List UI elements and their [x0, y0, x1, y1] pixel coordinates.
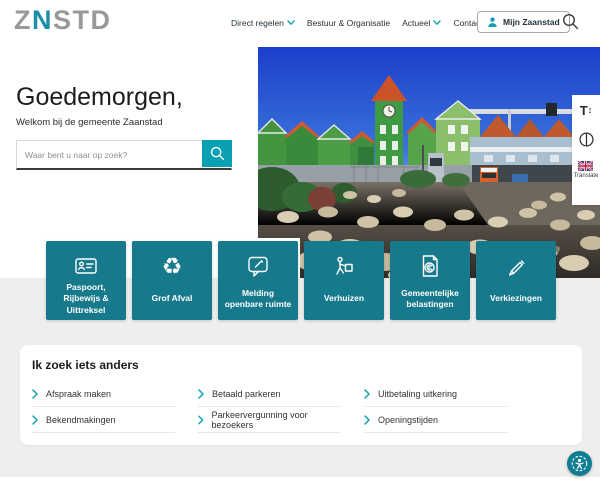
hero-search-bar — [16, 140, 232, 170]
person-icon — [487, 16, 498, 28]
moving-person-icon — [331, 252, 357, 280]
account-button-label: Mijn Zaanstad — [503, 17, 560, 27]
chevron-right-icon — [198, 415, 204, 425]
id-card-icon — [73, 252, 99, 280]
quick-link-label: Openingstijden — [378, 415, 438, 425]
accessibility-widget-button[interactable] — [567, 451, 592, 476]
text-size-icon: T↕ — [580, 103, 592, 118]
quick-links-grid: Afspraak maken Betaald parkeren Uitbetal… — [32, 381, 582, 433]
service-tiles: Paspoort, Rijbewijs & Uittreksel ♻ Grof … — [46, 241, 556, 320]
translate-label: Translate — [574, 173, 599, 179]
nav-label: Bestuur & Organisatie — [307, 18, 390, 28]
quick-link-label: Bekendmakingen — [46, 415, 116, 425]
search-icon — [562, 13, 579, 30]
search-icon — [210, 146, 225, 161]
chevron-right-icon — [32, 389, 38, 399]
quick-link-openingstijden[interactable]: Openingstijden — [364, 407, 507, 433]
quick-link-label: Uitbetaling uitkering — [378, 389, 457, 399]
header: ZNSTD Direct regelen Bestuur & Organisat… — [0, 0, 600, 45]
hero-search-submit-button[interactable] — [202, 140, 232, 167]
nav-item-actueel[interactable]: Actueel — [402, 18, 441, 28]
report-bubble-icon — [245, 252, 271, 280]
tile-grof-afval[interactable]: ♻ Grof Afval — [132, 241, 212, 320]
translate-button[interactable]: Translate — [574, 161, 599, 179]
quick-link-afspraak-maken[interactable]: Afspraak maken — [32, 381, 175, 407]
welcome-text: Welkom bij de gemeente Zaanstad — [16, 117, 163, 128]
chevron-down-icon — [433, 20, 441, 26]
logo-text-suffix: STD — [53, 5, 112, 35]
nav-label: Direct regelen — [231, 18, 284, 28]
tile-gemeentelijke-belastingen[interactable]: Gemeentelijke belastingen — [390, 241, 470, 320]
site-logo[interactable]: ZNSTD — [14, 5, 112, 36]
chevron-down-icon — [287, 20, 295, 26]
uk-flag-icon — [578, 161, 593, 171]
tile-melding-openbare-ruimte[interactable]: Melding openbare ruimte — [218, 241, 298, 320]
quick-link-label: Afspraak maken — [46, 389, 111, 399]
greeting-heading: Goedemorgen, — [16, 83, 183, 112]
header-search-button[interactable] — [561, 13, 579, 31]
mijn-zaanstad-button[interactable]: Mijn Zaanstad — [477, 11, 570, 33]
quick-link-parkeervergunning[interactable]: Parkeervergunning voor bezoekers — [198, 407, 341, 433]
quick-link-label: Betaald parkeren — [212, 389, 281, 399]
logo-accent-letter: N — [32, 5, 53, 35]
accessibility-toolbar: T↕ Translate — [572, 95, 600, 205]
contrast-button[interactable] — [578, 131, 595, 148]
quick-link-betaald-parkeren[interactable]: Betaald parkeren — [198, 381, 341, 407]
quick-link-uitbetaling-uitkering[interactable]: Uitbetaling uitkering — [364, 381, 507, 407]
tile-paspoort[interactable]: Paspoort, Rijbewijs & Uittreksel — [46, 241, 126, 320]
tile-label: Melding openbare ruimte — [218, 284, 298, 314]
logo-text: Z — [14, 5, 32, 35]
tile-verkiezingen[interactable]: Verkiezingen — [476, 241, 556, 320]
quick-links-card: Ik zoek iets anders Afspraak maken Betaa… — [20, 345, 582, 445]
nav-label: Actueel — [402, 18, 430, 28]
chevron-right-icon — [32, 415, 38, 425]
quick-links-title: Ik zoek iets anders — [32, 358, 582, 372]
accessibility-person-icon — [571, 455, 588, 472]
chevron-right-icon — [198, 389, 204, 399]
tile-label: Grof Afval — [147, 284, 198, 314]
main-nav: Direct regelen Bestuur & Organisatie Act… — [231, 0, 483, 45]
quick-link-label: Parkeervergunning voor bezoekers — [212, 410, 341, 430]
hero-search-input[interactable] — [17, 141, 202, 168]
tile-label: Gemeentelijke belastingen — [390, 284, 470, 314]
tile-label: Verhuizen — [319, 284, 369, 314]
nav-item-direct-regelen[interactable]: Direct regelen — [231, 18, 295, 28]
tile-label: Paspoort, Rijbewijs & Uittreksel — [46, 284, 126, 314]
nav-item-bestuur-organisatie[interactable]: Bestuur & Organisatie — [307, 18, 390, 28]
pencil-icon — [503, 252, 529, 280]
quick-link-bekendmakingen[interactable]: Bekendmakingen — [32, 407, 175, 433]
tax-document-icon — [417, 252, 443, 280]
contrast-icon — [578, 131, 595, 148]
text-size-button[interactable]: T↕ — [580, 103, 592, 118]
tile-label: Verkiezingen — [485, 284, 547, 314]
tile-verhuizen[interactable]: Verhuizen — [304, 241, 384, 320]
recycle-icon: ♻ — [162, 252, 183, 280]
chevron-right-icon — [364, 389, 370, 399]
chevron-right-icon — [364, 415, 370, 425]
